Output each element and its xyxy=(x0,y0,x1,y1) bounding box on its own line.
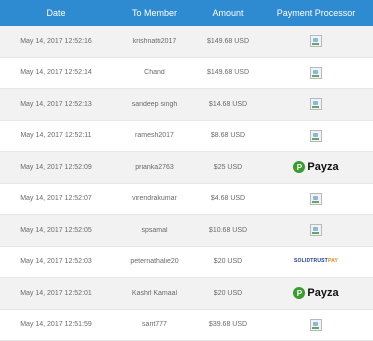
row-processor: SOLIDTRUSTPAY xyxy=(259,258,373,265)
row-amount: $20 USD xyxy=(197,290,259,297)
row-amount: $20 USD xyxy=(197,258,259,265)
row-member: prianka2763 xyxy=(112,164,197,171)
broken-image-icon xyxy=(310,319,322,331)
table-header: Date To Member Amount Payment Processor xyxy=(0,0,373,26)
header-date[interactable]: Date xyxy=(0,8,112,18)
row-member: ramesh2017 xyxy=(112,132,197,139)
row-member: spsamal xyxy=(112,227,197,234)
table-body: May 14, 2017 12:52:16krishnatti2017$149.… xyxy=(0,26,373,341)
row-date: May 14, 2017 12:52:09 xyxy=(0,164,112,171)
table-row: May 14, 2017 12:52:09prianka2763$25 USD P… xyxy=(0,152,373,184)
broken-image-icon xyxy=(310,193,322,205)
row-member: krishnatti2017 xyxy=(112,38,197,45)
header-processor[interactable]: Payment Processor xyxy=(259,8,373,18)
payza-icon: P xyxy=(293,161,305,173)
row-date: May 14, 2017 12:52:01 xyxy=(0,290,112,297)
payza-wordmark: Payza xyxy=(307,161,338,173)
row-date: May 14, 2017 12:52:03 xyxy=(0,258,112,265)
row-amount: $149.68 USD xyxy=(197,38,259,45)
payza-icon: P xyxy=(293,287,305,299)
table-row: May 14, 2017 12:52:16krishnatti2017$149.… xyxy=(0,26,373,58)
table-row: May 14, 2017 12:52:07virendrakumar$4.68 … xyxy=(0,184,373,216)
table-row: May 14, 2017 12:52:01Kashif Kamaal$20 US… xyxy=(0,278,373,310)
broken-image-icon xyxy=(310,130,322,142)
row-processor xyxy=(259,193,373,205)
row-date: May 14, 2017 12:51:59 xyxy=(0,321,112,328)
broken-image-icon xyxy=(310,98,322,110)
row-processor: PPayza xyxy=(259,287,373,299)
table-row: May 14, 2017 12:52:13sandeep singh$14.68… xyxy=(0,89,373,121)
row-processor: PPayza xyxy=(259,161,373,173)
row-processor xyxy=(259,67,373,79)
solidtrustpay-logo: SOLIDTRUSTPAY xyxy=(294,258,338,264)
row-date: May 14, 2017 12:52:05 xyxy=(0,227,112,234)
table-row: May 14, 2017 12:51:59sarit777$39.68 USD xyxy=(0,310,373,341)
row-date: May 14, 2017 12:52:13 xyxy=(0,101,112,108)
payza-logo: PPayza xyxy=(293,161,338,173)
row-date: May 14, 2017 12:52:14 xyxy=(0,69,112,76)
broken-image-icon xyxy=(310,67,322,79)
payments-table: Date To Member Amount Payment Processor … xyxy=(0,0,373,341)
header-member[interactable]: To Member xyxy=(112,8,197,18)
row-amount: $4.68 USD xyxy=(197,195,259,202)
table-row: May 14, 2017 12:52:05spsamal$10.68 USD xyxy=(0,215,373,247)
table-row: May 14, 2017 12:52:03peternathalie20$20 … xyxy=(0,247,373,279)
row-processor xyxy=(259,98,373,110)
row-processor xyxy=(259,319,373,331)
row-amount: $25 USD xyxy=(197,164,259,171)
row-member: virendrakumar xyxy=(112,195,197,202)
table-row: May 14, 2017 12:52:14Chand$149.68 USD xyxy=(0,58,373,90)
broken-image-icon xyxy=(310,35,322,47)
header-amount[interactable]: Amount xyxy=(197,8,259,18)
row-processor xyxy=(259,35,373,47)
row-amount: $10.68 USD xyxy=(197,227,259,234)
row-date: May 14, 2017 12:52:07 xyxy=(0,195,112,202)
broken-image-icon xyxy=(310,224,322,236)
row-member: Chand xyxy=(112,69,197,76)
row-date: May 14, 2017 12:52:11 xyxy=(0,132,112,139)
row-amount: $8.68 USD xyxy=(197,132,259,139)
row-member: peternathalie20 xyxy=(112,258,197,265)
row-amount: $14.68 USD xyxy=(197,101,259,108)
row-processor xyxy=(259,224,373,236)
row-date: May 14, 2017 12:52:16 xyxy=(0,38,112,45)
row-member: Kashif Kamaal xyxy=(112,290,197,297)
row-amount: $149.68 USD xyxy=(197,69,259,76)
row-member: sandeep singh xyxy=(112,101,197,108)
table-row: May 14, 2017 12:52:11ramesh2017$8.68 USD xyxy=(0,121,373,153)
row-amount: $39.68 USD xyxy=(197,321,259,328)
payza-logo: PPayza xyxy=(293,287,338,299)
payza-wordmark: Payza xyxy=(307,287,338,299)
row-processor xyxy=(259,130,373,142)
row-member: sarit777 xyxy=(112,321,197,328)
